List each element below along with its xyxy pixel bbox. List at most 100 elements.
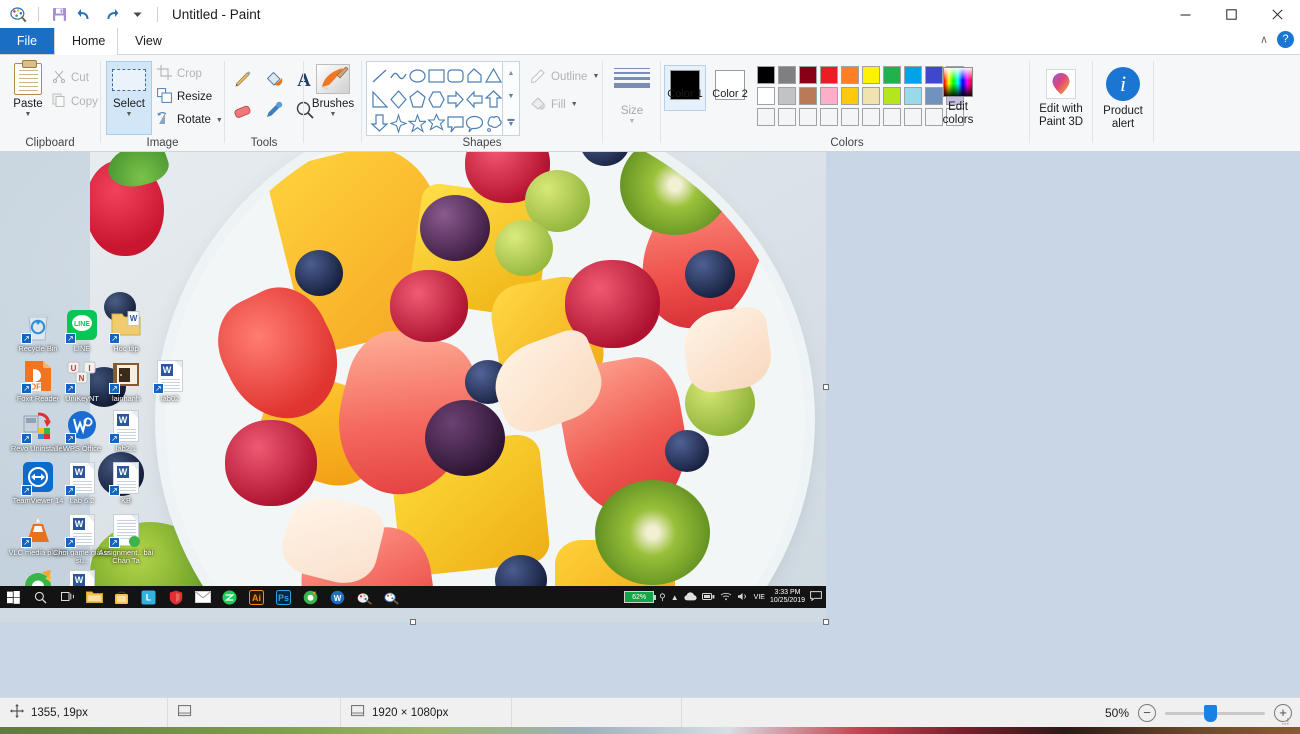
shape-down-arrow[interactable] xyxy=(370,112,388,136)
palette-swatch[interactable] xyxy=(757,66,775,84)
wifi-icon[interactable] xyxy=(720,592,732,603)
pin-icon[interactable]: ⚲ xyxy=(659,592,666,603)
shape-hexagon[interactable] xyxy=(427,88,445,112)
palette-swatch[interactable] xyxy=(820,87,838,105)
search-icon[interactable] xyxy=(27,586,54,608)
onedrive-icon[interactable] xyxy=(684,592,697,603)
shape-polygon[interactable] xyxy=(465,64,483,88)
help-icon[interactable]: ? xyxy=(1277,31,1294,48)
volume-icon[interactable] xyxy=(737,592,749,603)
edit-colors-button[interactable]: Edit colors xyxy=(933,67,983,127)
brushes-button[interactable]: Brushes ▼ xyxy=(309,64,357,118)
zoom-slider-thumb[interactable] xyxy=(1204,705,1217,722)
palette-swatch[interactable] xyxy=(904,66,922,84)
shape-curve[interactable] xyxy=(389,64,407,88)
file-explorer-icon[interactable] xyxy=(81,586,108,608)
taskbar-clock[interactable]: 3:33 PM 10/25/2019 xyxy=(770,589,805,605)
paint-taskbar-icon[interactable] xyxy=(378,586,405,608)
palette-swatch[interactable] xyxy=(799,108,817,126)
shape-oval[interactable] xyxy=(408,64,426,88)
palette-swatch[interactable] xyxy=(778,87,796,105)
palette-swatch[interactable] xyxy=(778,108,796,126)
tab-file[interactable]: File xyxy=(0,28,54,55)
windows-start-icon[interactable] xyxy=(0,586,27,608)
shape-rounded-callout[interactable] xyxy=(465,112,483,136)
palette-swatch[interactable] xyxy=(841,66,859,84)
shape-diamond[interactable] xyxy=(389,88,407,112)
shapes-scroll-up-icon[interactable]: ▲ xyxy=(508,70,515,77)
brushes-caret-icon[interactable]: ▼ xyxy=(309,111,357,118)
coccoc-icon[interactable] xyxy=(297,586,324,608)
shape-up-arrow[interactable] xyxy=(484,88,502,112)
shapes-expand-icon[interactable]: ▬▼ xyxy=(508,117,515,127)
shape-rectangular-callout[interactable] xyxy=(446,112,464,136)
customize-qat-icon[interactable] xyxy=(127,4,147,24)
canvas-resize-handle-right[interactable] xyxy=(823,384,829,390)
shape-five-point-star[interactable] xyxy=(408,112,426,136)
color2-button[interactable]: Color 2 xyxy=(709,65,751,111)
paint-canvas[interactable]: ↗Recycle BinLINE↗LINEW↗Hoc tậpPDF↗Foxit … xyxy=(0,152,826,622)
zalo-icon[interactable] xyxy=(216,586,243,608)
canvas-resize-handle-bottom[interactable] xyxy=(410,619,416,625)
shape-line[interactable] xyxy=(370,64,388,88)
zoom-slider[interactable] xyxy=(1165,698,1265,728)
line-icon[interactable]: L xyxy=(135,586,162,608)
shape-rectangle[interactable] xyxy=(427,64,445,88)
resize-button[interactable]: Resize xyxy=(157,88,212,106)
select-caret-icon[interactable]: ▼ xyxy=(107,111,151,118)
palette-swatch[interactable] xyxy=(862,108,880,126)
paint-icon[interactable] xyxy=(8,4,28,24)
cut-button[interactable]: Cut xyxy=(52,69,89,86)
size-caret-icon[interactable]: ▼ xyxy=(608,118,656,125)
palette-swatch[interactable] xyxy=(778,66,796,84)
photoshop-icon[interactable]: Ps xyxy=(270,586,297,608)
shape-four-point-star[interactable] xyxy=(389,112,407,136)
outline-caret-icon[interactable]: ▼ xyxy=(592,73,599,80)
shape-six-point-star[interactable] xyxy=(427,112,445,136)
fill-button[interactable]: Fill ▼ xyxy=(530,95,578,114)
select-button[interactable]: Select ▼ xyxy=(106,61,152,135)
desktop-icon[interactable]: W↗Hoc tập xyxy=(96,310,156,353)
fill-caret-icon[interactable]: ▼ xyxy=(571,101,578,108)
shape-right-arrow[interactable] xyxy=(446,88,464,112)
palette-swatch[interactable] xyxy=(799,66,817,84)
palette-swatch[interactable] xyxy=(904,87,922,105)
palette-swatch[interactable] xyxy=(841,87,859,105)
mail-icon[interactable] xyxy=(189,586,216,608)
resize-grip-icon[interactable] xyxy=(1280,716,1290,726)
wps-icon[interactable]: W xyxy=(324,586,351,608)
fill-with-color-icon[interactable] xyxy=(264,69,284,92)
palette-swatch[interactable] xyxy=(757,87,775,105)
illustrator-icon[interactable]: Ai xyxy=(243,586,270,608)
shield-icon[interactable] xyxy=(162,586,189,608)
collapse-ribbon-button[interactable]: ∧ xyxy=(1260,33,1268,46)
paste-button[interactable]: Paste ▼ xyxy=(6,63,50,118)
desktop-icon[interactable]: W↗lab02 xyxy=(140,360,200,403)
palette-swatch[interactable] xyxy=(883,87,901,105)
palette-swatch[interactable] xyxy=(862,87,880,105)
shapes-scroll-down-icon[interactable]: ▼ xyxy=(508,93,515,100)
zoom-out-button[interactable]: − xyxy=(1138,704,1156,722)
copy-button[interactable]: Copy xyxy=(52,93,98,110)
undo-icon[interactable] xyxy=(75,4,95,24)
tab-view[interactable]: View xyxy=(118,28,170,55)
rotate-button[interactable]: Rotate ▼ xyxy=(157,111,223,129)
palette-swatch[interactable] xyxy=(883,108,901,126)
paint3d-taskbar-icon[interactable] xyxy=(351,586,378,608)
paste-caret-icon[interactable]: ▼ xyxy=(6,111,50,118)
color1-button[interactable]: Color 1 xyxy=(664,65,706,111)
size-button[interactable]: Size ▼ xyxy=(608,65,656,125)
shapes-scroll-controls[interactable]: ▲ ▼ ▬▼ xyxy=(503,61,520,136)
shape-cloud-callout[interactable] xyxy=(484,112,502,136)
language-indicator[interactable]: VIE xyxy=(754,594,765,601)
tab-home[interactable]: Home xyxy=(54,28,118,55)
desktop-icon[interactable]: W↗KB xyxy=(96,462,156,505)
palette-swatch[interactable] xyxy=(799,87,817,105)
minimize-button[interactable] xyxy=(1162,0,1208,28)
save-icon[interactable] xyxy=(49,4,69,24)
edit-with-paint3d-button[interactable]: Edit with Paint 3D xyxy=(1036,69,1086,129)
action-center-icon[interactable] xyxy=(810,591,822,603)
palette-swatch[interactable] xyxy=(862,66,880,84)
palette-swatch[interactable] xyxy=(757,108,775,126)
desktop-icon[interactable]: W↗lab2.1 xyxy=(96,410,156,453)
